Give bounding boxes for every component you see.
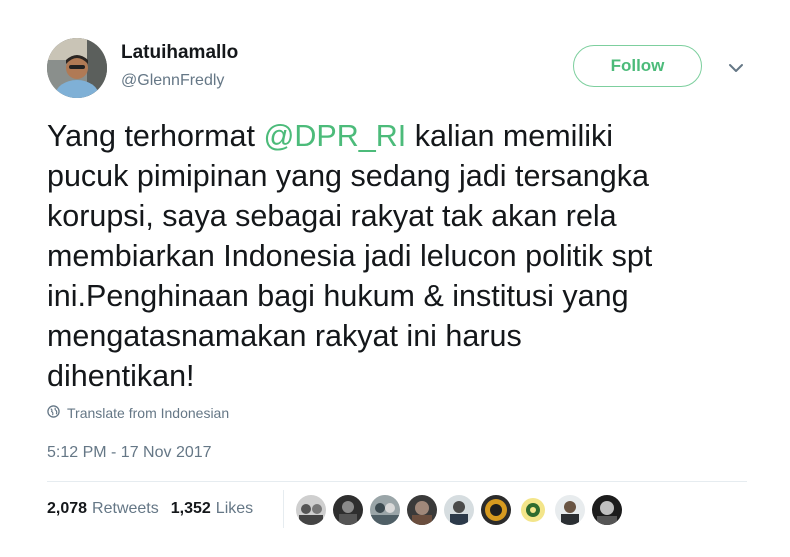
divider (47, 481, 747, 482)
follow-button[interactable]: Follow (573, 45, 702, 87)
tweet-timestamp[interactable]: 5:12 PM - 17 Nov 2017 (47, 444, 212, 462)
translate-label: Translate from Indonesian (67, 405, 230, 421)
liker-avatar[interactable] (370, 495, 400, 525)
author-avatar[interactable] (47, 38, 107, 98)
globe-icon (47, 405, 60, 421)
liker-avatar[interactable] (592, 495, 622, 525)
likes-stat[interactable]: 1,352 Likes (171, 500, 253, 518)
retweets-label: Retweets (92, 500, 159, 517)
likes-count: 1,352 (170, 500, 211, 517)
liker-avatar[interactable] (296, 495, 326, 525)
retweets-count: 2,078 (47, 500, 88, 517)
mention-link[interactable]: @DPR_RI (263, 119, 406, 153)
likes-label: Likes (215, 500, 254, 517)
translate-link[interactable]: Translate from Indonesian (47, 405, 229, 421)
liker-avatar[interactable] (444, 495, 474, 525)
liker-avatar[interactable] (333, 495, 363, 525)
chevron-down-icon[interactable] (726, 58, 746, 78)
stats-separator (283, 490, 284, 528)
author-display-name[interactable]: Latuihamallo (121, 42, 238, 64)
author-handle[interactable]: @GlennFredly (121, 72, 224, 90)
liker-avatar[interactable] (555, 495, 585, 525)
liker-avatar[interactable] (481, 495, 511, 525)
liker-avatar[interactable] (407, 495, 437, 525)
tweet-text-part: Yang terhormat (47, 119, 264, 153)
retweets-stat[interactable]: 2,078 Retweets (47, 500, 159, 518)
liker-avatar[interactable] (518, 495, 548, 525)
tweet-stats: 2,078 Retweets 1,352 Likes (47, 500, 253, 518)
tweet-text-part: kalian memiliki pucuk pimipinan yang sed… (47, 119, 653, 393)
tweet-text: Yang terhormat @DPR_RI kalian memiliki p… (47, 116, 762, 396)
liker-avatars (296, 495, 622, 525)
